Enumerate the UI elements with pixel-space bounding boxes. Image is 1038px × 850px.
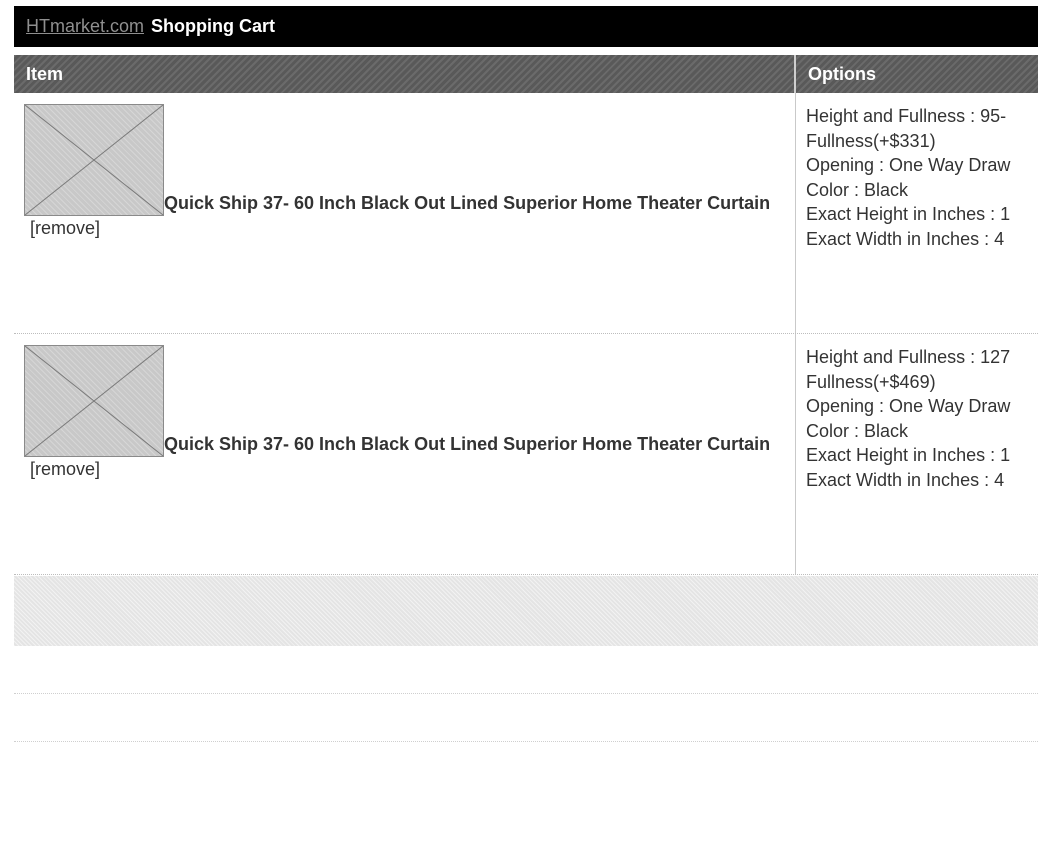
option-line: Exact Width in Inches : 4 [806, 469, 1005, 490]
options-cell: Height and Fullness : 127 Fullness(+$469… [796, 334, 1038, 574]
product-image-placeholder[interactable] [24, 104, 164, 216]
remove-link[interactable]: [remove] [30, 218, 100, 238]
cart-title-bar: HTmarket.com Shopping Cart [14, 6, 1038, 47]
item-cell: Quick Ship 37- 60 Inch Black Out Lined S… [14, 93, 796, 333]
shopping-cart: HTmarket.com Shopping Cart Item Options … [14, 6, 1038, 742]
option-line: Exact Height in Inches : 1 [806, 445, 1011, 465]
option-line: Exact Width in Inches : 4 [806, 228, 1005, 249]
cart-item-row: Quick Ship 37- 60 Inch Black Out Lined S… [14, 334, 1038, 575]
product-name-link[interactable]: Quick Ship 37- 60 Inch Black Out Lined S… [164, 193, 770, 213]
cart-footer-band [14, 576, 1038, 646]
option-line: Height and Fullness : 95- [806, 106, 1007, 126]
remove-link[interactable]: [remove] [30, 459, 100, 479]
option-line: Color : Black [806, 179, 909, 200]
item-column-header: Item [14, 55, 796, 93]
site-link[interactable]: HTmarket.com [26, 16, 144, 37]
option-line: Color : Black [806, 420, 909, 441]
empty-row [14, 646, 1038, 694]
product-image-placeholder[interactable] [24, 345, 164, 457]
option-line: Fullness(+$331) [806, 130, 936, 151]
product-name-link[interactable]: Quick Ship 37- 60 Inch Black Out Lined S… [164, 434, 770, 454]
option-line: Fullness(+$469) [806, 371, 936, 392]
option-line: Opening : One Way Draw [806, 396, 1011, 416]
empty-row [14, 694, 1038, 742]
cart-title: Shopping Cart [151, 16, 276, 36]
option-line: Exact Height in Inches : 1 [806, 204, 1011, 224]
options-column-header: Options [808, 63, 876, 84]
cart-item-row: Quick Ship 37- 60 Inch Black Out Lined S… [14, 93, 1038, 334]
options-cell: Height and Fullness : 95- Fullness(+$331… [796, 93, 1038, 333]
item-cell: Quick Ship 37- 60 Inch Black Out Lined S… [14, 334, 796, 574]
cart-table-header: Item Options [14, 55, 1038, 93]
option-line: Opening : One Way Draw [806, 155, 1011, 175]
option-line: Height and Fullness : 127 [806, 347, 1011, 367]
